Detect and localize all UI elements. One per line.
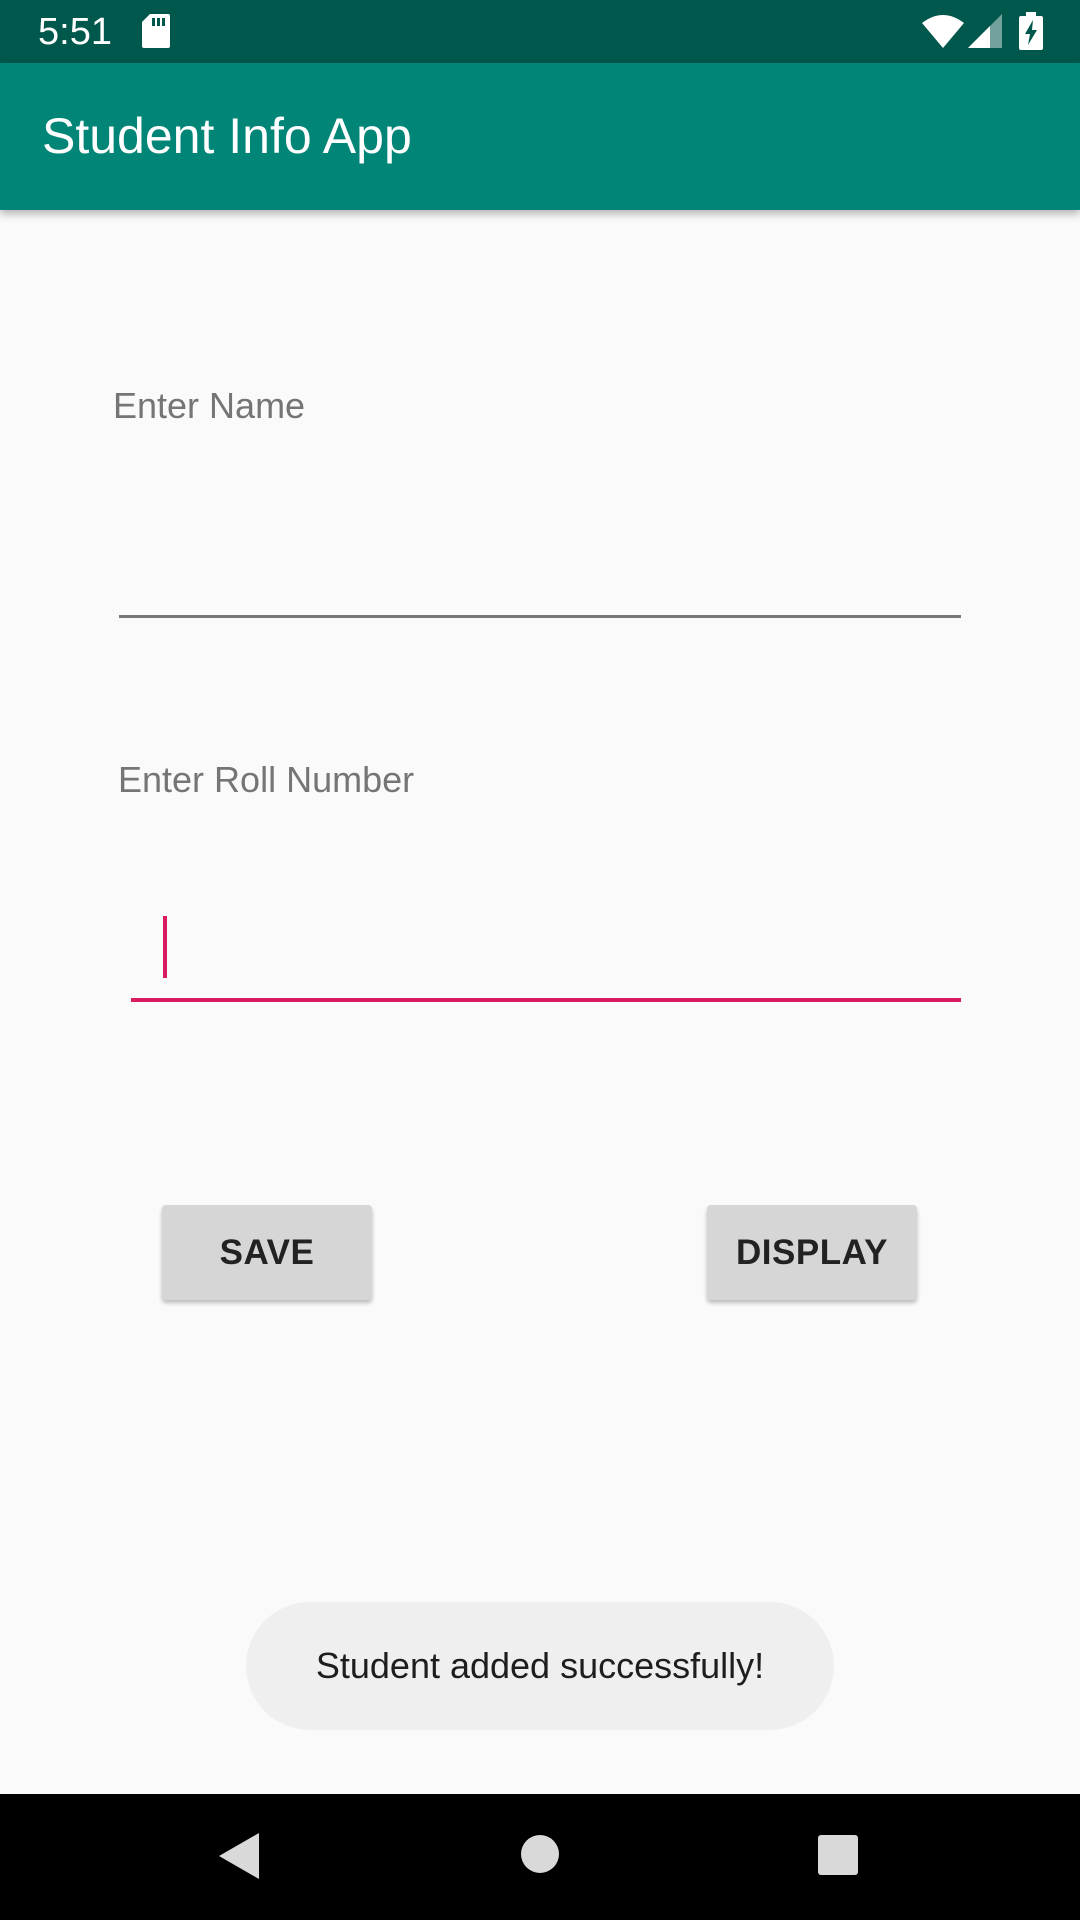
wifi-icon [922,15,964,48]
back-icon[interactable] [217,1831,261,1881]
roll-number-input-underline [131,998,961,1002]
roll-number-field-label: Enter Roll Number [118,759,415,800]
app-title: Student Info App [42,108,412,164]
app-bar: Student Info App [0,63,1080,210]
status-bar: 5:51 [0,0,1080,63]
battery-charging-icon [1019,12,1043,50]
toast-message: Student added successfully! [246,1602,834,1730]
recents-icon[interactable] [817,1834,859,1876]
save-button[interactable]: SAVE [162,1205,372,1300]
name-input[interactable] [119,420,961,620]
text-cursor [163,916,167,978]
roll-number-input[interactable] [131,890,961,1004]
navigation-bar [0,1794,1080,1920]
signal-icon [968,14,1002,48]
display-button[interactable]: DISPLAY [707,1205,917,1300]
sd-card-icon [142,14,170,48]
status-time: 5:51 [38,11,112,53]
name-input-underline [119,615,961,618]
home-icon[interactable] [520,1834,560,1874]
